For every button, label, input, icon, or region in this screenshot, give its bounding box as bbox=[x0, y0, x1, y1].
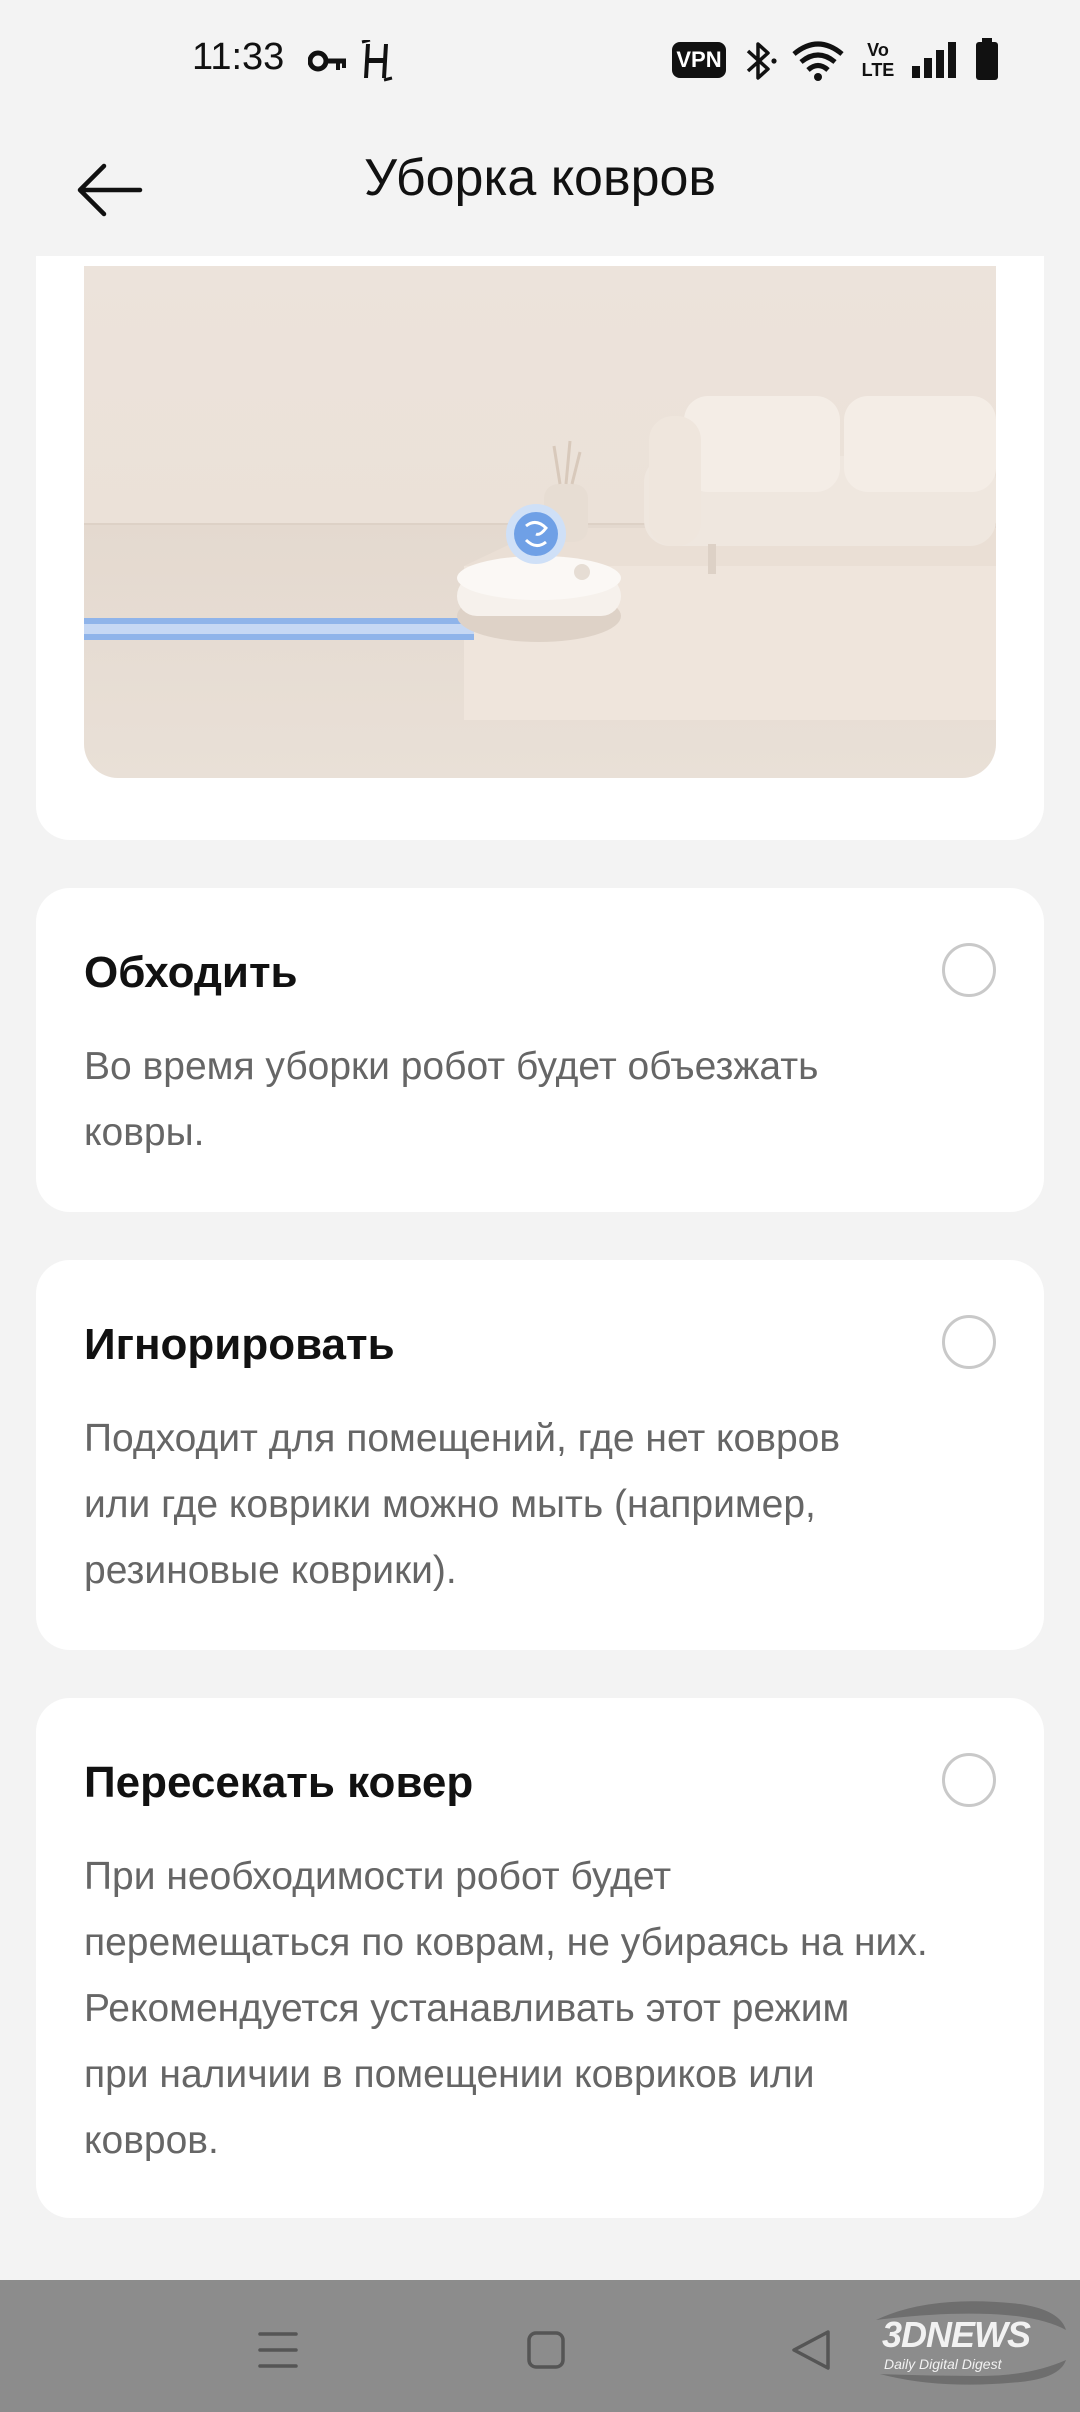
wifi-icon bbox=[792, 41, 844, 81]
volte-icon: Vo LTE bbox=[860, 40, 896, 82]
menu-icon bbox=[258, 2332, 298, 2368]
radio-button[interactable] bbox=[942, 1753, 996, 1807]
h-network-icon bbox=[361, 40, 393, 82]
page-title: Уборка ковров bbox=[363, 149, 717, 207]
option-description: Во время уборки робот будет объезжать ко… bbox=[84, 1045, 819, 1154]
volte-top-label: Vo bbox=[867, 40, 889, 60]
radio-button[interactable] bbox=[942, 1315, 996, 1369]
back-nav-button[interactable] bbox=[772, 2310, 852, 2390]
robot-vacuum-carpet-illustration bbox=[84, 266, 996, 778]
signal-icon bbox=[912, 42, 956, 78]
menu-button[interactable] bbox=[238, 2310, 318, 2390]
radio-button[interactable] bbox=[942, 943, 996, 997]
option-title: Игнорировать bbox=[84, 1320, 395, 1369]
status-time: 11:33 bbox=[192, 36, 285, 78]
option-card-ignore[interactable]: Игнорировать Подходит для помещений, где… bbox=[36, 1260, 1044, 1650]
watermark-tagline: Daily Digital Digest bbox=[884, 2356, 1002, 2372]
illustration-card bbox=[36, 256, 1044, 840]
volte-bottom-label: LTE bbox=[861, 60, 895, 80]
status-bar: 11:33 VPN Vo LTE bbox=[0, 0, 1080, 120]
bluetooth-icon bbox=[746, 42, 777, 80]
vpn-icon: VPN bbox=[672, 42, 726, 78]
home-icon bbox=[527, 2331, 565, 2369]
option-title: Обходить bbox=[84, 948, 298, 997]
option-description: Подходит для помещений, где нет ковров и… bbox=[84, 1417, 841, 1592]
home-button[interactable] bbox=[506, 2310, 586, 2390]
vpn-label: VPN bbox=[676, 47, 722, 72]
app-header: Уборка ковров bbox=[0, 120, 1080, 255]
option-card-cross[interactable]: Пересекать ковер При необходимости робот… bbox=[36, 1698, 1044, 2218]
battery-icon bbox=[976, 38, 998, 80]
option-title: Пересекать ковер bbox=[84, 1758, 474, 1807]
option-card-avoid[interactable]: Обходить Во время уборки робот будет объ… bbox=[36, 888, 1044, 1212]
watermark-brand: 3DNEWS bbox=[882, 2314, 1031, 2355]
key-icon bbox=[308, 50, 346, 72]
option-description: При необходимости робот будет перемещать… bbox=[84, 1855, 928, 2162]
3dnews-watermark: 3DNEWS Daily Digital Digest bbox=[870, 2290, 1070, 2400]
back-triangle-icon bbox=[792, 2330, 830, 2370]
